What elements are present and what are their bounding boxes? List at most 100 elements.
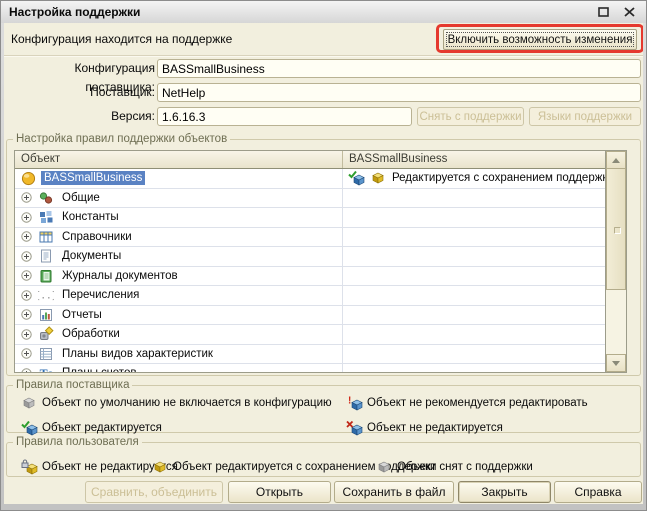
- object-label[interactable]: Обработки: [59, 327, 123, 341]
- version-field[interactable]: [157, 107, 412, 126]
- object-label[interactable]: Отчеты: [59, 308, 105, 322]
- object-cell[interactable]: Константы: [15, 208, 343, 227]
- scroll-down-button[interactable]: [606, 354, 626, 372]
- support-languages-button[interactable]: Языки поддержки: [529, 107, 641, 126]
- legend-label: Объект редактируется: [42, 422, 162, 434]
- vendor-field[interactable]: [157, 83, 641, 102]
- expand-icon[interactable]: [21, 212, 32, 223]
- vendor-config-field[interactable]: [157, 59, 641, 78]
- expand-icon[interactable]: [21, 290, 32, 301]
- object-label[interactable]: Общие: [59, 191, 103, 205]
- maximize-icon: [598, 7, 609, 17]
- processings-icon: [38, 326, 54, 342]
- scroll-up-button[interactable]: [606, 151, 626, 169]
- user-rules-title: Правила пользователя: [13, 436, 142, 448]
- expand-icon[interactable]: [21, 309, 32, 320]
- object-label[interactable]: Журналы документов: [59, 269, 181, 283]
- object-cell[interactable]: Планы видов характеристик: [15, 345, 343, 364]
- support-cell[interactable]: Редактируется с сохранением поддержки: [343, 169, 626, 188]
- table-row[interactable]: Обработки: [15, 325, 626, 345]
- scrollbar-track[interactable]: [606, 290, 626, 354]
- object-label[interactable]: BASSmallBusiness: [41, 171, 145, 185]
- object-cell[interactable]: BASSmallBusiness: [15, 169, 343, 188]
- table-row[interactable]: BASSmallBusiness Редактируется с сохранен…: [15, 169, 626, 189]
- table-row[interactable]: {..} Перечисления: [15, 286, 626, 306]
- char-types-icon: [38, 346, 54, 362]
- table-body: BASSmallBusiness Редактируется с сохранен…: [15, 169, 626, 373]
- column-header-object[interactable]: Объект: [15, 151, 343, 168]
- separator-line: [4, 55, 643, 57]
- object-label[interactable]: Планы видов характеристик: [59, 347, 216, 361]
- expand-icon[interactable]: [21, 231, 32, 242]
- table-row[interactable]: Общие: [15, 189, 626, 209]
- cube-blue-check-icon: [21, 420, 38, 436]
- expand-icon[interactable]: [21, 251, 32, 262]
- legend-item: Объект по умолчанию не включается в конф…: [21, 394, 346, 412]
- expand-icon[interactable]: [21, 270, 32, 281]
- legend-label: Объект не рекомендуется редактировать: [367, 397, 588, 409]
- journals-icon: [38, 268, 54, 284]
- legend-item: Объект не редактируется: [346, 419, 640, 437]
- object-cell[interactable]: Отчеты: [15, 306, 343, 325]
- cube-gray-icon: [376, 459, 393, 475]
- table-row[interactable]: Отчеты: [15, 306, 626, 326]
- support-cell[interactable]: [343, 247, 626, 266]
- enable-changes-button[interactable]: Включить возможность изменения: [443, 29, 637, 50]
- vertical-scrollbar[interactable]: [605, 151, 626, 372]
- object-label[interactable]: Документы: [59, 249, 124, 263]
- object-label[interactable]: Справочники: [59, 230, 135, 244]
- open-button[interactable]: Открыть: [228, 481, 331, 503]
- object-label[interactable]: Планы счетов: [59, 366, 139, 373]
- object-label[interactable]: Константы: [59, 210, 122, 224]
- help-button[interactable]: Справка: [554, 481, 642, 503]
- support-cell[interactable]: [343, 286, 626, 305]
- support-cell[interactable]: [343, 345, 626, 364]
- table-row[interactable]: Журналы документов: [15, 267, 626, 287]
- maximize-button[interactable]: [594, 4, 612, 20]
- table-row[interactable]: Константы: [15, 208, 626, 228]
- expand-icon[interactable]: [21, 192, 32, 203]
- compare-merge-button[interactable]: Сравнить, объединить: [85, 481, 223, 503]
- object-cell[interactable]: Обработки: [15, 325, 343, 344]
- enums-icon: {..}: [38, 287, 54, 303]
- close-dialog-button[interactable]: Закрыть: [458, 481, 551, 503]
- object-cell[interactable]: Журналы документов: [15, 267, 343, 286]
- support-cell[interactable]: [343, 267, 626, 286]
- object-cell[interactable]: {..} Перечисления: [15, 286, 343, 305]
- object-cell[interactable]: Справочники: [15, 228, 343, 247]
- support-cell[interactable]: [343, 208, 626, 227]
- support-cell[interactable]: [343, 189, 626, 208]
- vendor-rules-title: Правила поставщика: [13, 379, 132, 391]
- legend-label: Объект не редактируется: [367, 422, 503, 434]
- svg-text:!: !: [348, 396, 351, 407]
- support-cell[interactable]: [343, 364, 626, 373]
- column-header-support[interactable]: BASSmallBusiness: [343, 151, 605, 168]
- save-to-file-button[interactable]: Сохранить в файл: [334, 481, 454, 503]
- support-cell[interactable]: [343, 325, 626, 344]
- object-cell[interactable]: Общие: [15, 189, 343, 208]
- documents-icon: [38, 248, 54, 264]
- table-row[interactable]: Планы видов характеристик: [15, 345, 626, 365]
- close-button[interactable]: [620, 4, 638, 20]
- support-cell[interactable]: [343, 228, 626, 247]
- table-row[interactable]: ТсПланы счетов: [15, 364, 626, 373]
- support-status-label: Редактируется с сохранением поддержки: [392, 172, 614, 184]
- object-label[interactable]: Перечисления: [59, 288, 142, 302]
- object-cell[interactable]: Документы: [15, 247, 343, 266]
- object-cell[interactable]: ТсПланы счетов: [15, 364, 343, 373]
- scroll-down-icon: [612, 361, 620, 366]
- remove-support-button[interactable]: Снять с поддержки: [417, 107, 524, 126]
- cube-blue-cross-icon: [346, 420, 363, 436]
- vendor-label: Поставщик:: [7, 83, 155, 102]
- titlebar: Настройка поддержки: [1, 1, 646, 23]
- expand-icon[interactable]: [21, 348, 32, 359]
- expand-icon[interactable]: [21, 368, 32, 373]
- common-icon: [38, 190, 54, 206]
- rules-groupbox-title: Настройка правил поддержки объектов: [13, 133, 230, 145]
- scrollbar-thumb[interactable]: [606, 169, 626, 290]
- support-rules-table[interactable]: Объект BASSmallBusiness BASSmallBusiness…: [14, 150, 627, 373]
- table-row[interactable]: Справочники: [15, 228, 626, 248]
- expand-icon[interactable]: [21, 329, 32, 340]
- table-row[interactable]: Документы: [15, 247, 626, 267]
- support-cell[interactable]: [343, 306, 626, 325]
